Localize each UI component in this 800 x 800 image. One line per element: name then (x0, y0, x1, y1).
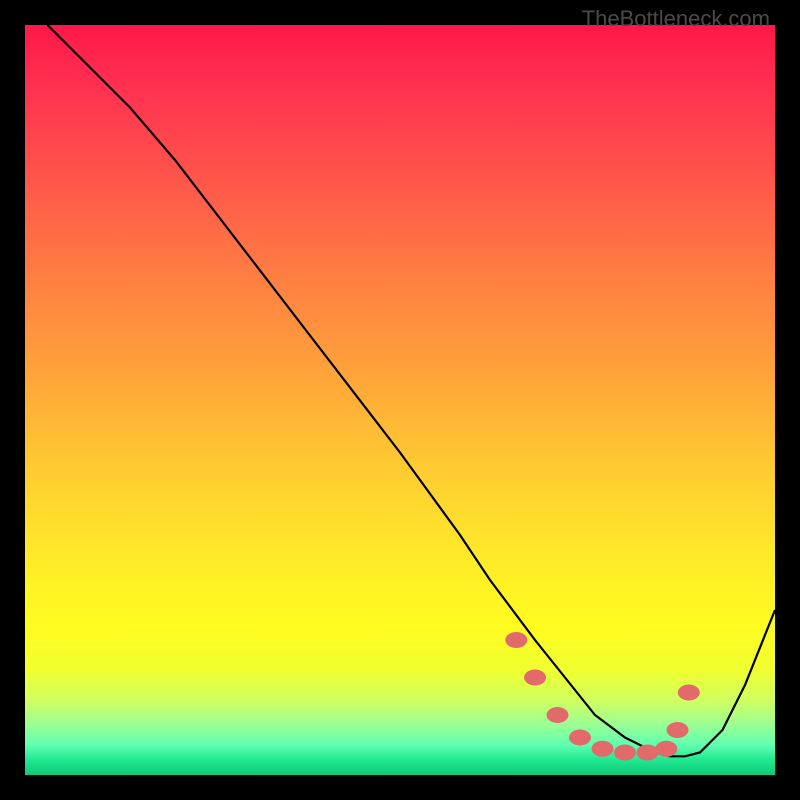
marker-dot (667, 722, 689, 738)
chart-svg (25, 25, 775, 775)
marker-dot (637, 745, 659, 761)
marker-dot (592, 741, 614, 757)
marker-dot (524, 670, 546, 686)
main-curve (48, 25, 776, 756)
plot-area (25, 25, 775, 775)
marker-dot (547, 707, 569, 723)
watermark: TheBottleneck.com (582, 6, 770, 32)
marker-dot (678, 685, 700, 701)
marker-dot (569, 730, 591, 746)
marker-dot (655, 741, 677, 757)
marker-dots (505, 632, 700, 761)
marker-dot (505, 632, 527, 648)
marker-dot (614, 745, 636, 761)
